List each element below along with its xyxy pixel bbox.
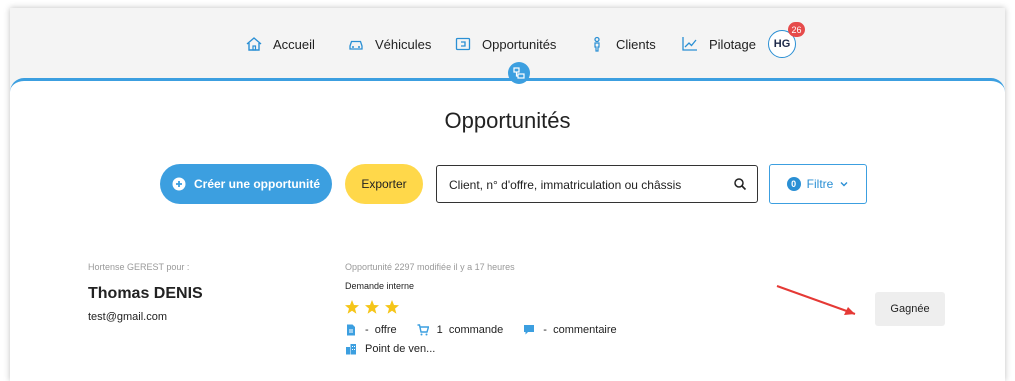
nav-label: Pilotage — [709, 36, 756, 52]
create-opportunity-button[interactable]: Créer une opportunité — [160, 164, 332, 204]
comments-label: commentaire — [553, 324, 617, 336]
nav-item-opportunites[interactable]: Opportunités — [454, 34, 556, 54]
export-button[interactable]: Exporter — [345, 164, 423, 204]
star-icon — [345, 300, 359, 314]
nav-label: Clients — [616, 36, 656, 52]
nav-item-accueil[interactable]: Accueil — [245, 34, 315, 54]
nav-item-pilotage[interactable]: Pilotage — [681, 34, 756, 54]
cart-icon — [417, 324, 429, 336]
offers-label: offre — [374, 324, 397, 336]
point-of-sale: Point de ven... — [345, 343, 435, 355]
client-name[interactable]: Thomas DENIS — [88, 285, 203, 303]
opportunity-source: Demande interne — [345, 281, 415, 291]
document-icon — [347, 324, 355, 336]
offers-count: - — [365, 324, 369, 336]
building-icon — [346, 344, 356, 355]
top-navigation: Accueil Véhicules Opportunités Clients P… — [10, 8, 1005, 78]
owner-label: Hortense GEREST pour : — [88, 262, 190, 272]
plus-circle-icon — [172, 177, 186, 191]
filter-button[interactable]: 0 Filtre — [769, 164, 867, 204]
comment-icon — [524, 325, 535, 335]
section-icon — [508, 62, 530, 84]
opportunity-counters: - offre 1 commande - commentaire — [345, 324, 617, 336]
home-icon — [246, 37, 262, 51]
nav-item-vehicules[interactable]: Véhicules — [347, 34, 431, 54]
create-opportunity-label: Créer une opportunité — [193, 177, 320, 191]
nav-item-clients[interactable]: Clients — [588, 34, 656, 54]
star-icon — [385, 300, 399, 314]
filter-count-badge: 0 — [786, 177, 801, 191]
chevron-down-icon — [840, 182, 848, 187]
rating-stars — [344, 299, 400, 315]
search-box — [436, 165, 758, 204]
orders-count: 1 — [436, 324, 443, 336]
red-arrow-annotation — [776, 285, 856, 315]
nav-label: Opportunités — [482, 36, 557, 52]
nav-label: Accueil — [273, 36, 315, 52]
app-window: Accueil Véhicules Opportunités Clients P… — [10, 8, 1005, 381]
car-icon — [349, 40, 363, 50]
chart-line-icon — [682, 37, 697, 51]
search-input[interactable] — [447, 166, 731, 204]
client-email: test@gmail.com — [88, 311, 168, 323]
filter-label: Filtre — [806, 177, 834, 191]
page-title: Opportunités — [444, 108, 571, 133]
person-icon — [594, 36, 600, 52]
star-icon — [365, 300, 379, 314]
comments-count: - — [543, 324, 547, 336]
point-of-sale-label: Point de ven... — [365, 343, 436, 355]
search-icon[interactable] — [733, 177, 747, 191]
tag-icon — [455, 37, 471, 51]
notification-badge: 26 — [788, 22, 805, 37]
status-badge[interactable]: Gagnée — [875, 292, 945, 326]
opportunity-section-icon — [513, 67, 525, 79]
nav-label: Véhicules — [375, 36, 432, 52]
opportunity-meta: Opportunité 2297 modifiée il y a 17 heur… — [345, 262, 515, 272]
orders-label: commande — [448, 324, 504, 336]
